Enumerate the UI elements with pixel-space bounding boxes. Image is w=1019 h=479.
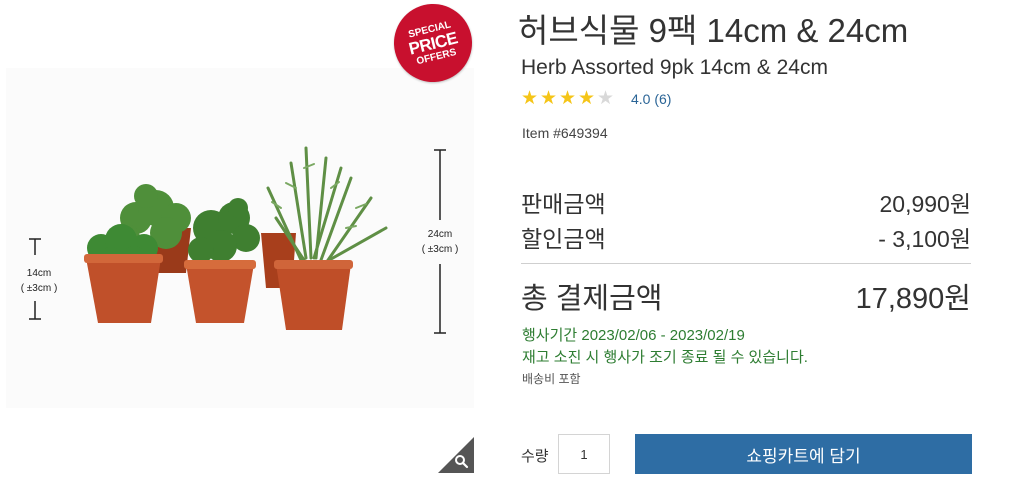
star-icon: ★ <box>521 88 539 109</box>
total-price-row: 총 결제금액 17,890원 <box>521 275 971 317</box>
star-rating: ★ ★ ★ ★ ★ <box>521 89 616 109</box>
large-size-value: 24cm <box>427 229 453 240</box>
large-size-tolerance: ( ±3cm ) <box>421 244 459 255</box>
product-title-english: Herb Assorted 9pk 14cm & 24cm <box>521 56 828 79</box>
shipping-note: 배송비 포함 <box>522 372 581 386</box>
item-number: Item #649394 <box>522 125 608 141</box>
discount-row: 할인금액 - 3,100원 <box>521 220 971 254</box>
star-icon: ★ <box>578 88 596 109</box>
sale-price-row: 판매금액 20,990원 <box>521 185 971 219</box>
promo-info: 행사기간 2023/02/06 - 2023/02/19 재고 소진 시 행사가… <box>522 325 808 369</box>
star-icon: ★ <box>559 88 577 109</box>
large-size-label: 24cm ( ±3cm ) <box>414 227 466 257</box>
small-size-value: 14cm <box>26 268 52 279</box>
quantity-input[interactable]: 1 <box>558 434 610 474</box>
rating-count-link[interactable]: 4.0 (6) <box>631 91 671 107</box>
total-price-value: 17,890원 <box>855 283 971 315</box>
promo-notice: 재고 소진 시 행사가 조기 종료 될 수 있습니다. <box>522 349 808 366</box>
magnifier-icon <box>438 437 474 473</box>
discount-label: 할인금액 <box>521 226 606 252</box>
star-icon: ★ <box>540 88 558 109</box>
zoom-button[interactable] <box>438 437 474 473</box>
herb-plants-illustration <box>29 146 446 334</box>
sale-price-value: 20,990원 <box>879 191 971 217</box>
price-divider <box>521 263 971 264</box>
sale-price-label: 판매금액 <box>521 191 606 217</box>
total-price-label: 총 결제금액 <box>521 283 663 315</box>
promo-period: 행사기간 2023/02/06 - 2023/02/19 <box>522 327 745 344</box>
add-to-cart-button[interactable]: 쇼핑카트에 담기 <box>635 434 972 474</box>
small-size-tolerance: ( ±3cm ) <box>20 283 58 294</box>
quantity-label: 수량 <box>521 448 549 465</box>
product-photo[interactable] <box>6 68 474 408</box>
product-image-area: 14cm ( ±3cm ) 24cm ( ±3cm ) SPECIAL PRIC… <box>0 0 481 479</box>
small-size-label: 14cm ( ±3cm ) <box>14 266 64 296</box>
discount-value: - 3,100원 <box>878 226 971 252</box>
rating[interactable]: ★ ★ ★ ★ ★ 4.0 (6) <box>521 89 671 109</box>
product-title-korean: 허브식물 9팩 14cm & 24cm <box>518 12 909 49</box>
star-empty-icon: ★ <box>597 88 615 109</box>
